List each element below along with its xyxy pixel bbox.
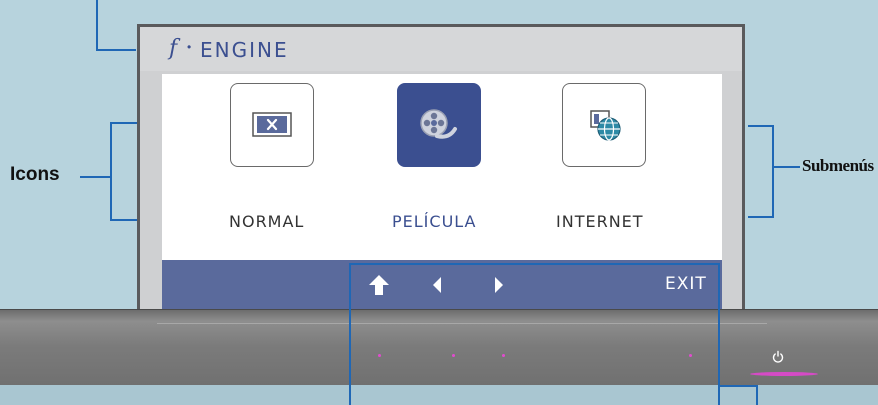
mode-normal-button[interactable] <box>230 83 314 167</box>
bezel-shadow <box>0 385 878 405</box>
callout-line-title-horizontal <box>96 49 136 51</box>
brand-f-glyph: f <box>169 36 178 61</box>
submenus-callout-label: Submenús <box>802 156 874 175</box>
osd-window: f • ENGINE NORMAL PELÍCULA INTERNET EXIT <box>137 24 745 314</box>
mode-internet-button[interactable] <box>562 83 646 167</box>
monitor-x-icon <box>251 111 292 137</box>
brand-separator: • <box>187 40 192 54</box>
power-callout-vertical <box>756 385 758 405</box>
submenus-bracket-top <box>748 125 774 127</box>
osd-title: ENGINE <box>200 38 289 62</box>
buttons-box-top <box>349 263 720 265</box>
submenus-bracket-bottom <box>748 216 774 218</box>
mode-normal-label: NORMAL <box>229 212 305 231</box>
right-arrow-icon[interactable] <box>492 275 506 295</box>
mode-selection-panel: NORMAL PELÍCULA INTERNET <box>162 74 722 260</box>
left-button-indicator[interactable] <box>452 354 455 357</box>
icons-callout-label: Icons <box>10 164 60 185</box>
submenus-bracket-vertical <box>772 125 774 218</box>
film-reel-icon <box>419 108 457 139</box>
power-icon[interactable] <box>771 350 785 364</box>
callout-line-title-vertical <box>96 0 98 51</box>
submenus-callout-connector <box>772 166 800 168</box>
web-globe-icon <box>589 109 621 141</box>
power-callout-horizontal <box>720 385 758 387</box>
icons-callout-connector <box>80 176 110 178</box>
mode-pelicula-button[interactable] <box>397 83 481 167</box>
mode-pelicula-label: PELÍCULA <box>392 212 477 231</box>
exit-button[interactable]: EXIT <box>665 274 707 294</box>
right-button-indicator[interactable] <box>502 354 505 357</box>
up-arrow-icon[interactable] <box>367 273 391 297</box>
osd-navigation-bar: EXIT <box>162 260 722 311</box>
menu-button-indicator[interactable] <box>378 354 381 357</box>
osd-title-bar: f • ENGINE <box>140 27 742 71</box>
buttons-box-right <box>718 263 720 405</box>
power-led-glow <box>750 372 818 376</box>
icons-bracket-top <box>110 122 137 124</box>
monitor-bezel <box>0 309 878 390</box>
exit-button-indicator[interactable] <box>689 354 692 357</box>
bezel-highlight <box>157 323 767 324</box>
icons-bracket-bottom <box>110 219 137 221</box>
mode-internet-label: INTERNET <box>556 212 644 231</box>
left-arrow-icon[interactable] <box>430 275 444 295</box>
icons-bracket-vertical <box>110 122 112 221</box>
buttons-box-left <box>349 263 351 405</box>
